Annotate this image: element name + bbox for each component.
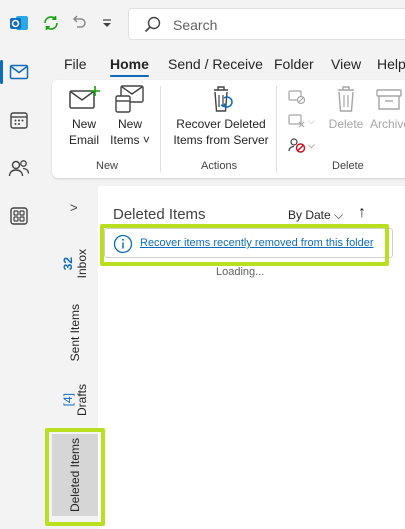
customize-toolbar-icon[interactable]: [96, 12, 118, 34]
search-icon: [144, 16, 161, 33]
new-email-button[interactable]: New Email: [60, 84, 108, 148]
new-items-label: New Items ˅: [110, 117, 150, 147]
folder-drafts-label: Drafts: [75, 383, 89, 416]
folder-deleted-items-label: Deleted Items: [68, 437, 82, 513]
ribbon-tabs: File Home Send / Receive Folder View Hel…: [52, 50, 405, 78]
mail-icon: [9, 64, 29, 80]
archive-icon: [376, 89, 402, 110]
junk-chevron-icon: ⌵: [308, 139, 315, 150]
recover-trash-icon: [214, 86, 233, 112]
sync-icon[interactable]: [40, 12, 62, 34]
recover-deleted-items-button[interactable]: Recover Deleted Items from Server: [166, 84, 276, 148]
recover-deleted-items-label: Recover Deleted Items from Server: [173, 117, 269, 147]
delete-trash-icon: [338, 86, 354, 112]
expand-folder-pane-icon[interactable]: >: [70, 200, 78, 215]
cleanup-icon: [288, 114, 305, 128]
delete-button[interactable]: Delete: [326, 84, 366, 132]
search-input[interactable]: Search: [128, 8, 405, 40]
sort-direction-button[interactable]: ↑: [358, 204, 366, 222]
folder-inbox[interactable]: 32 Inbox: [52, 236, 98, 292]
ribbon-separator: [276, 86, 277, 172]
search-placeholder: Search: [173, 17, 218, 33]
calendar-icon: [10, 112, 28, 129]
new-email-icon: [69, 86, 100, 109]
junk-icon: [288, 138, 306, 153]
nav-active-indicator: [0, 60, 3, 84]
apps-grid-icon: [10, 207, 28, 225]
folder-sent-items-label: Sent Items: [68, 304, 82, 362]
nav-rail: [0, 48, 38, 529]
new-items-button[interactable]: New Items ˅: [106, 84, 154, 148]
nav-apps[interactable]: [0, 194, 38, 238]
archive-button[interactable]: Archive: [370, 84, 405, 132]
tab-file[interactable]: File: [64, 56, 87, 72]
outlook-logo-icon: [10, 16, 28, 30]
ribbon-separator: [160, 86, 161, 172]
ignore-button[interactable]: [288, 86, 316, 108]
junk-button[interactable]: ⌵: [288, 134, 316, 156]
sort-by-date-button[interactable]: By Date ⌵: [288, 208, 343, 223]
cleanup-button[interactable]: ⌵: [288, 110, 316, 132]
loading-text: Loading...: [216, 266, 265, 278]
folder-deleted-items[interactable]: Deleted Items: [52, 434, 98, 516]
folder-title: Deleted Items: [113, 206, 206, 223]
group-label-actions: Actions: [201, 160, 238, 172]
cleanup-chevron-icon: ⌵: [308, 115, 315, 126]
message-list: Deleted Items By Date ⌵ ↑ Recover items …: [98, 186, 405, 529]
nav-calendar[interactable]: [0, 98, 38, 142]
new-items-icon: [115, 85, 144, 113]
undo-icon[interactable]: [68, 12, 90, 34]
tab-help[interactable]: Help: [377, 56, 405, 72]
ribbon: New Email New Items ˅ New Recover Delete…: [52, 80, 405, 178]
nav-mail[interactable]: [0, 50, 38, 94]
drafts-count: [4]: [61, 393, 75, 407]
info-icon: [113, 234, 133, 254]
delete-label: Delete: [328, 117, 364, 131]
folder-inbox-label: Inbox: [75, 249, 89, 279]
ignore-icon: [288, 90, 306, 105]
group-label-delete: Delete: [332, 160, 364, 172]
folder-sent-items[interactable]: Sent Items: [52, 300, 98, 366]
tab-send-receive[interactable]: Send / Receive: [168, 56, 263, 72]
title-bar: Search: [0, 0, 405, 48]
recover-items-link[interactable]: Recover items recently removed from this…: [140, 237, 374, 249]
inbox-count: 32: [61, 257, 75, 271]
tab-home[interactable]: Home: [110, 56, 149, 77]
archive-label: Archive: [370, 117, 405, 131]
nav-people[interactable]: [0, 146, 38, 190]
group-label-new: New: [96, 160, 119, 172]
folder-pane: > 32 Inbox Sent Items [4] Drafts Deleted…: [52, 186, 98, 529]
new-email-label: New Email: [68, 117, 99, 147]
people-icon: [8, 160, 30, 177]
recover-info-bar: Recover items recently removed from this…: [104, 228, 393, 258]
tab-folder[interactable]: Folder: [274, 56, 314, 72]
folder-drafts[interactable]: [4] Drafts: [52, 372, 98, 428]
tab-view[interactable]: View: [331, 56, 361, 72]
